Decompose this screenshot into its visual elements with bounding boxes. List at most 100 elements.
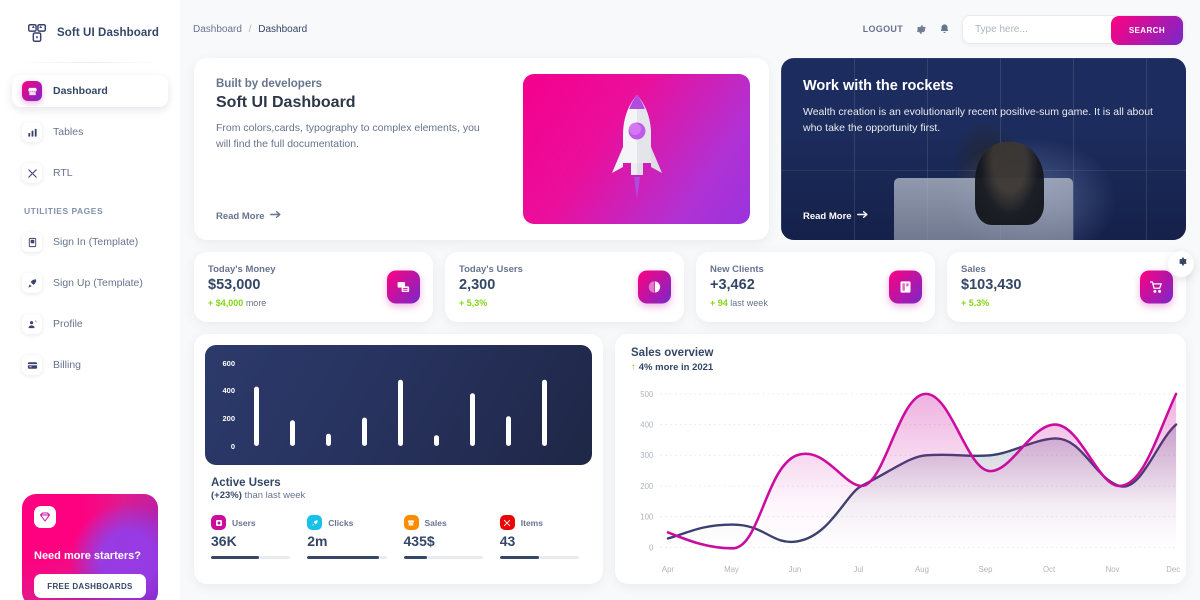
dashboard-page: Soft UI Dashboard Dashboard Tables RTL U…	[0, 0, 1200, 600]
rocket-icon	[22, 273, 42, 293]
dark-card-description: Wealth creation is an evolutionarily rec…	[803, 106, 1153, 134]
active-users-percent: (+23%)	[211, 490, 242, 501]
work-with-rockets-card: Work with the rockets Wealth creation is…	[781, 58, 1186, 240]
metric-value: 2m	[307, 533, 328, 549]
sidebar-item-label: Dashboard	[53, 85, 108, 97]
stat-delta-suffix: last week	[730, 298, 768, 308]
metric-progress	[211, 556, 291, 559]
sales-overview-line-chart: 500 400 300 200 100 0 Apr May Jun Jul Au…	[623, 382, 1180, 580]
read-more-link[interactable]: Read More	[216, 210, 281, 222]
sidebar-item-label: Sign In (Template)	[53, 236, 139, 248]
chart-xticks: Apr May Jun Jul Aug Sep Oct Nov Dec	[662, 565, 1180, 574]
bar-series	[254, 379, 547, 446]
search-input[interactable]	[963, 23, 1083, 35]
metric-users: Users 36K	[211, 515, 303, 559]
read-more-link-dark[interactable]: Read More	[803, 210, 868, 222]
xtick-nov: Nov	[1106, 565, 1120, 574]
sidebar-item-rtl[interactable]: RTL	[12, 157, 168, 189]
metric-value: 435$	[403, 533, 435, 549]
stat-delta-amount: + 94	[710, 298, 728, 308]
sidebar-item-label: Billing	[53, 359, 82, 371]
sidebar-item-sign-up[interactable]: Sign Up (Template)	[12, 267, 168, 299]
stat-delta-amount: + $4,000	[208, 298, 244, 308]
stat-delta-amount: + 5.3%	[961, 298, 990, 308]
xtick-may: May	[724, 565, 739, 574]
bar-ytick-200: 200	[222, 414, 235, 423]
sidebar-item-billing[interactable]: Billing	[12, 349, 168, 381]
sidebar-item-label: Sign Up (Template)	[53, 277, 143, 289]
search-button[interactable]: SEARCH	[1110, 15, 1183, 45]
sidebar-item-sign-in[interactable]: Sign In (Template)	[12, 226, 168, 258]
search-box[interactable]: SEARCH	[962, 14, 1184, 45]
person-icon	[22, 314, 42, 334]
metric-progress	[307, 556, 387, 559]
sidebar-item-tables[interactable]: Tables	[12, 116, 168, 148]
xtick-aug: Aug	[915, 565, 929, 574]
dark-card-title: Work with the rockets	[803, 78, 954, 94]
breadcrumb-root[interactable]: Dashboard	[193, 24, 242, 35]
credit-card-icon	[22, 355, 42, 375]
promo-title: Need more starters?	[34, 550, 141, 562]
stat-delta-suffix: more	[245, 298, 267, 308]
sales-overview-delta: 4% more in 2021	[638, 362, 714, 373]
active-users-title: Active Users	[211, 477, 281, 489]
breadcrumb-separator: /	[248, 23, 252, 35]
gear-icon	[1175, 255, 1188, 273]
header-actions: LOGOUT SEARCH	[863, 14, 1184, 45]
sidebar-nav: Dashboard Tables RTL UTILITIES PAGES Sig…	[0, 75, 180, 381]
metric-value: 43	[499, 533, 516, 549]
bottom-row: 600 400 200 0 Active Users (+23%) than l…	[180, 334, 1200, 584]
arrow-right-icon	[269, 210, 281, 222]
active-users-subtitle: (+23%) than last week	[211, 490, 592, 501]
ytick-400: 400	[640, 420, 654, 429]
ytick-300: 300	[640, 451, 654, 460]
ytick-100: 100	[640, 513, 654, 522]
settings-tools-icon	[22, 163, 42, 183]
logout-button[interactable]: LOGOUT	[863, 24, 903, 34]
globe-icon	[638, 270, 671, 304]
person-decoration	[975, 141, 1045, 226]
stat-label: Today's Users	[459, 264, 523, 275]
metric-value: 36K	[211, 533, 237, 549]
active-users-bar-chart: 600 400 200 0	[205, 345, 592, 465]
sidebar: Soft UI Dashboard Dashboard Tables RTL U…	[0, 0, 180, 600]
stat-delta-amount: + 5,3%	[459, 298, 488, 308]
stat-label: Sales	[961, 264, 986, 275]
sales-overview-title: Sales overview	[631, 347, 714, 359]
metric-clicks: Clicks 2m	[307, 515, 399, 559]
promo-card: Need more starters? FREE DASHBOARDS	[22, 494, 158, 600]
diamond-icon	[34, 506, 56, 528]
active-users-subtitle-rest: than last week	[244, 490, 306, 501]
stat-label: New Clients	[710, 264, 764, 275]
breadcrumb: Dashboard / Dashboard	[193, 24, 307, 35]
gear-icon[interactable]	[914, 23, 927, 36]
metric-label: Items	[520, 517, 543, 528]
metric-label: Clicks	[328, 517, 354, 528]
table-icon	[22, 122, 42, 142]
brand[interactable]: Soft UI Dashboard	[0, 0, 180, 62]
ytick-200: 200	[640, 482, 654, 491]
users-icon	[211, 515, 226, 530]
ytick-0: 0	[649, 543, 654, 552]
sidebar-item-profile[interactable]: Profile	[12, 308, 168, 340]
metric-label: Sales	[424, 517, 447, 528]
active-users-metrics: Users 36K Clicks 2m Sales 435$ Items 43	[211, 515, 592, 559]
metric-sales: Sales 435$	[403, 515, 496, 559]
arrow-up-icon: ↑	[631, 362, 636, 373]
stat-card-sales: Sales $103,430 + 5.3%	[947, 252, 1186, 322]
sidebar-item-label: Tables	[53, 126, 84, 138]
stat-delta: + 5.3%	[961, 298, 1172, 308]
dashboard-grid-icon	[26, 22, 48, 44]
built-by-developers-card: Built by developers Soft UI Dashboard Fr…	[194, 58, 769, 240]
sidebar-item-label: Profile	[53, 318, 83, 330]
chart-yticks: 500 400 300 200 100 0	[640, 390, 654, 553]
bell-icon[interactable]	[938, 23, 951, 36]
money-icon	[387, 270, 420, 304]
arrow-right-icon	[856, 210, 868, 222]
cart-icon	[1140, 270, 1173, 304]
settings-fab-button[interactable]	[1168, 251, 1194, 277]
free-dashboards-button[interactable]: FREE DASHBOARDS	[34, 574, 146, 598]
bar-ytick-600: 600	[222, 359, 235, 368]
sidebar-item-dashboard[interactable]: Dashboard	[12, 75, 168, 107]
metric-progress	[403, 556, 483, 559]
